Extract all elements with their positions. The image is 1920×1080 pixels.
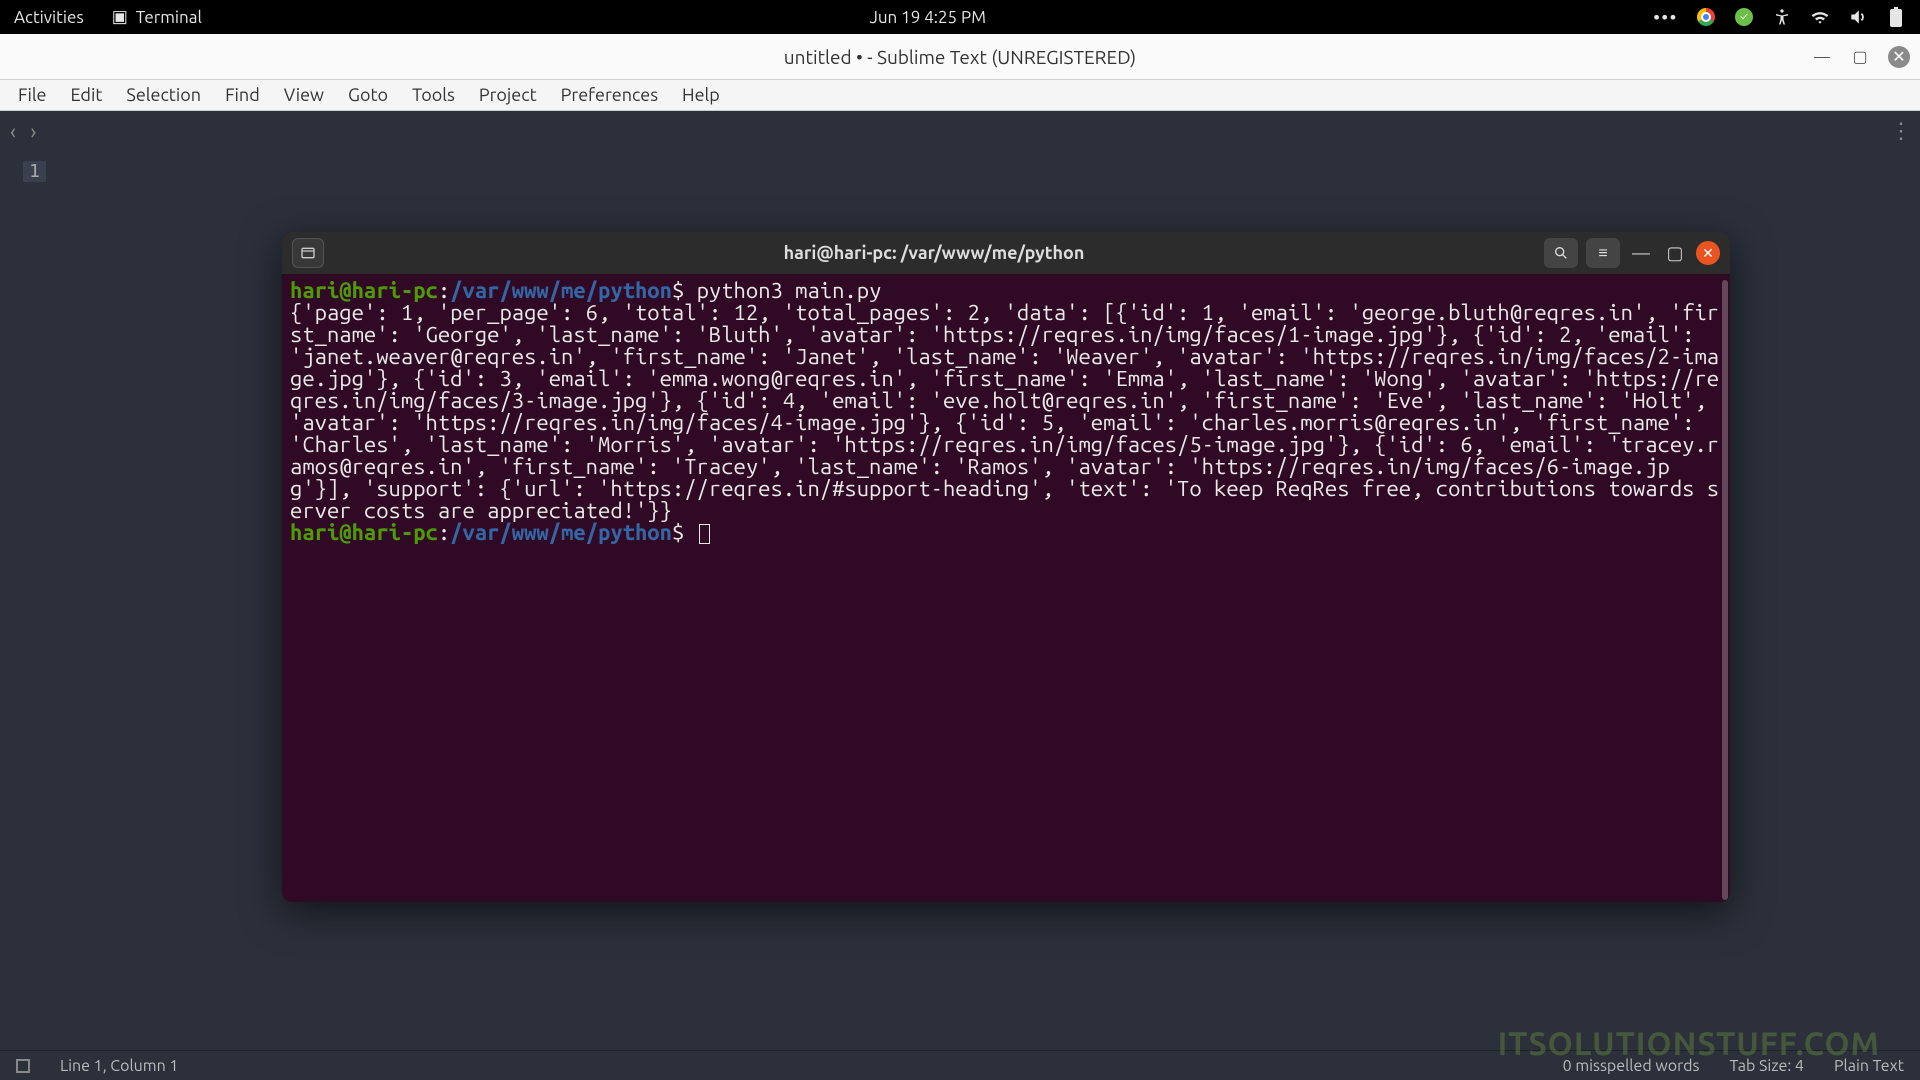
wifi-icon[interactable]	[1810, 7, 1830, 27]
menu-tools[interactable]: Tools	[400, 81, 467, 109]
terminal-titlebar[interactable]: hari@hari-pc: /var/www/me/python ≡ — ▢ ✕	[282, 232, 1730, 274]
nav-forward-icon[interactable]: ›	[30, 119, 36, 144]
close-button[interactable]: ✕	[1888, 46, 1910, 68]
system-tray: •••	[1653, 7, 1906, 27]
sublime-titlebar[interactable]: untitled • - Sublime Text (UNREGISTERED)…	[0, 34, 1920, 80]
terminal-app-icon: ▣	[112, 7, 128, 27]
clock[interactable]: Jun 19 4:25 PM	[202, 8, 1654, 27]
active-app-indicator[interactable]: ▣ Terminal	[112, 7, 202, 27]
line-gutter: 1	[0, 151, 60, 1050]
status-ok-tray-icon[interactable]	[1734, 7, 1754, 27]
menu-preferences[interactable]: Preferences	[549, 81, 670, 109]
menu-file[interactable]: File	[6, 81, 59, 109]
terminal-window: hari@hari-pc: /var/www/me/python ≡ — ▢ ✕…	[282, 232, 1730, 902]
menu-edit[interactable]: Edit	[59, 81, 115, 109]
maximize-button[interactable]: ▢	[1850, 47, 1870, 67]
active-app-name: Terminal	[136, 8, 202, 27]
search-button[interactable]	[1544, 238, 1578, 268]
terminal-title: hari@hari-pc: /var/www/me/python	[334, 243, 1534, 263]
terminal-scrollbar[interactable]	[1722, 280, 1728, 900]
activities-button[interactable]: Activities	[14, 8, 84, 27]
menu-project[interactable]: Project	[467, 81, 549, 109]
accessibility-icon[interactable]	[1772, 7, 1792, 27]
terminal-output: {'page': 1, 'per_page': 6, 'total': 12, …	[290, 300, 1719, 523]
terminal-close-button[interactable]: ✕	[1696, 241, 1720, 265]
status-bar: Line 1, Column 1 0 misspelled words Tab …	[0, 1050, 1920, 1080]
new-tab-button[interactable]	[292, 238, 324, 268]
syntax-status[interactable]: Plain Text	[1834, 1057, 1904, 1075]
terminal-body[interactable]: hari@hari-pc:/var/www/me/python$ python3…	[282, 274, 1730, 902]
gnome-top-panel: Activities ▣ Terminal Jun 19 4:25 PM •••	[0, 0, 1920, 34]
menu-help[interactable]: Help	[670, 81, 732, 109]
tab-overflow-icon[interactable]: ⋮	[1890, 118, 1910, 144]
sublime-title: untitled • - Sublime Text (UNREGISTERED)	[784, 46, 1136, 68]
spellcheck-status[interactable]: 0 misspelled words	[1563, 1057, 1700, 1075]
menu-goto[interactable]: Goto	[336, 81, 400, 109]
tab-size-status[interactable]: Tab Size: 4	[1729, 1057, 1803, 1075]
cursor-position[interactable]: Line 1, Column 1	[60, 1057, 178, 1075]
terminal-minimize-button[interactable]: —	[1628, 240, 1654, 266]
menu-selection[interactable]: Selection	[114, 81, 213, 109]
menu-find[interactable]: Find	[213, 81, 272, 109]
sublime-menubar: File Edit Selection Find View Goto Tools…	[0, 80, 1920, 111]
tray-overflow-icon[interactable]: •••	[1653, 8, 1678, 27]
battery-icon[interactable]	[1886, 7, 1906, 27]
line-number: 1	[23, 161, 46, 182]
sublime-tabstrip: ‹ › ⋮	[0, 111, 1920, 151]
hamburger-menu-button[interactable]: ≡	[1586, 238, 1620, 268]
volume-icon[interactable]	[1848, 7, 1868, 27]
nav-back-icon[interactable]: ‹	[10, 119, 16, 144]
menu-view[interactable]: View	[272, 81, 336, 109]
terminal-maximize-button[interactable]: ▢	[1662, 240, 1688, 266]
panel-toggle-icon[interactable]	[16, 1059, 30, 1073]
cursor-icon	[699, 524, 710, 544]
minimize-button[interactable]: —	[1812, 47, 1832, 67]
chrome-tray-icon[interactable]	[1696, 7, 1716, 27]
